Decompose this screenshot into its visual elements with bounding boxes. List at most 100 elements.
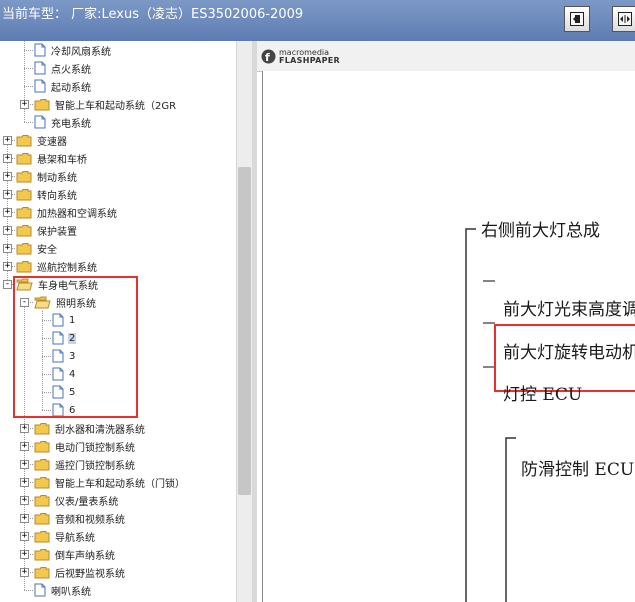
tree-node[interactable]: 制动系统 [16,167,78,185]
left-panel-icon [570,12,584,26]
tree-node-label: 喇叭系统 [51,586,91,598]
tree-node[interactable]: 悬架和车桥 [16,149,88,167]
tree-node-label: 安全 [37,244,57,256]
doc-item-light-control-ecu: 灯控 ECU [503,385,583,405]
tree-node[interactable]: 转向系统 [16,185,78,203]
document-icon [34,115,46,129]
folder-icon [16,260,32,273]
lighting-system-highlight [13,276,138,418]
collapse-icon[interactable]: - [3,280,12,289]
tree-connector [24,86,33,87]
tree-node-label: 巡航控制系统 [37,262,97,274]
expand-icon[interactable]: + [3,262,12,271]
tree-node[interactable]: 刮水器和清洗器系统 [34,419,146,437]
tree-node-label: 冷却风扇系统 [51,46,111,58]
tree-node[interactable]: 充电系统 [34,113,92,131]
tree-node[interactable]: 巡航控制系统 [16,257,98,275]
tree-node[interactable]: 导航系统 [34,527,96,545]
tree-connector [24,590,33,591]
tree-node[interactable]: 变速器 [16,131,68,149]
expand-icon[interactable]: + [3,208,12,217]
tree-node-label: 变速器 [37,136,67,148]
tree-node-label: 充电系统 [51,118,91,130]
folder-icon [34,512,50,525]
tree-node-label: 点火系统 [51,64,91,76]
expand-icon[interactable]: + [3,190,12,199]
tree-node[interactable]: 起动系统 [34,77,92,95]
title-bar: 当前车型： 厂家:Lexus（凌志）ES3502006-2009 [0,0,635,41]
tree-node[interactable]: 遥控门锁控制系统 [34,455,136,473]
tree-node-label: 导航系统 [55,532,95,544]
tree-node-label: 起动系统 [51,82,91,94]
tree-connector [24,122,33,123]
tree-node-label: 智能上车和起动系统（门锁） [55,478,185,490]
folder-icon [34,548,50,561]
logo-line-2: FLASHPAPER [279,56,341,65]
folder-icon [34,422,50,435]
expand-icon[interactable]: + [3,136,12,145]
window-title: 当前车型： 厂家:Lexus（凌志）ES3502006-2009 [2,7,304,22]
folder-icon [34,458,50,471]
tree-node[interactable]: 仪表/量表系统 [34,491,119,509]
tree-node[interactable]: 加热器和空调系统 [16,203,118,221]
tree-scrollbar[interactable] [236,41,252,602]
folder-icon [34,98,50,111]
document-icon [34,79,46,93]
folder-icon [16,206,32,219]
tree-node[interactable]: 智能上车和起动系统（门锁） [34,473,186,491]
tree-node[interactable]: 电动门锁控制系统 [34,437,136,455]
tree-node-label: 智能上车和起动系统（2GR [55,100,177,112]
tree-node[interactable]: 喇叭系统 [34,581,92,599]
doc-item-swivel-motor: 前大灯旋转电动机 [503,343,635,363]
folder-icon [16,170,32,183]
expand-icon[interactable]: + [20,460,29,469]
expand-icon[interactable]: + [3,244,12,253]
expand-icon[interactable]: + [20,478,29,487]
document-icon [34,583,46,597]
expand-icon[interactable]: + [20,496,29,505]
tree-connector [24,68,33,69]
tree-node[interactable]: 点火系统 [34,59,92,77]
expand-icon[interactable]: + [20,568,29,577]
tree-node-label: 制动系统 [37,172,77,184]
document-page[interactable]: 右侧前大灯总成 前大灯光束高度调 前大灯旋转电动机 灯控 ECU 防滑控制 ECU [262,71,635,602]
tree-node-label: 转向系统 [37,190,77,202]
document-icon [34,43,46,57]
folder-icon [34,440,50,453]
tree-node[interactable]: 智能上车和起动系统（2GR [34,95,177,113]
tree-connector [24,50,33,51]
expand-icon[interactable]: + [20,424,29,433]
folder-icon [16,224,32,237]
folder-icon [34,494,50,507]
expand-icon[interactable]: + [3,154,12,163]
tree-node-label: 音频和视频系统 [55,514,125,526]
tree-node[interactable]: 保护装置 [16,221,78,239]
expand-icon[interactable]: + [20,550,29,559]
tree-scrollbar-thumb[interactable] [238,167,251,495]
expand-icon[interactable]: + [3,172,12,181]
expand-icon[interactable]: + [3,226,12,235]
tree-node[interactable]: 冷却风扇系统 [34,41,112,59]
expand-icon[interactable]: + [20,532,29,541]
expand-icon[interactable]: + [20,442,29,451]
left-panel-button[interactable] [564,6,590,32]
tree-node-label: 加热器和空调系统 [37,208,117,220]
folder-icon [16,134,32,147]
split-panel-icon [618,12,632,26]
tree-node[interactable]: 音频和视频系统 [34,509,126,527]
tree-node-label: 保护装置 [37,226,77,238]
navigation-tree: 冷却风扇系统 点火系统起动系统智能上车和起动系统（2GR + 充电系统变速器 + 悬架和车… [0,41,252,602]
viewer-toolbar: f macromedia FLASHPAPER [257,41,635,72]
doc-item-beam-level: 前大灯光束高度调 [503,300,635,320]
folder-icon [34,530,50,543]
document-icon [34,61,46,75]
expand-icon[interactable]: + [20,514,29,523]
expand-icon[interactable]: + [20,100,29,109]
tree-node[interactable]: 安全 [16,239,58,257]
folder-icon [34,566,50,579]
tree-node-label: 电动门锁控制系统 [55,442,135,454]
tree-node[interactable]: 后视野监视系统 [34,563,126,581]
split-panel-button[interactable] [612,6,635,32]
tree-node-label: 悬架和车桥 [37,154,87,166]
tree-node[interactable]: 倒车声纳系统 [34,545,116,563]
